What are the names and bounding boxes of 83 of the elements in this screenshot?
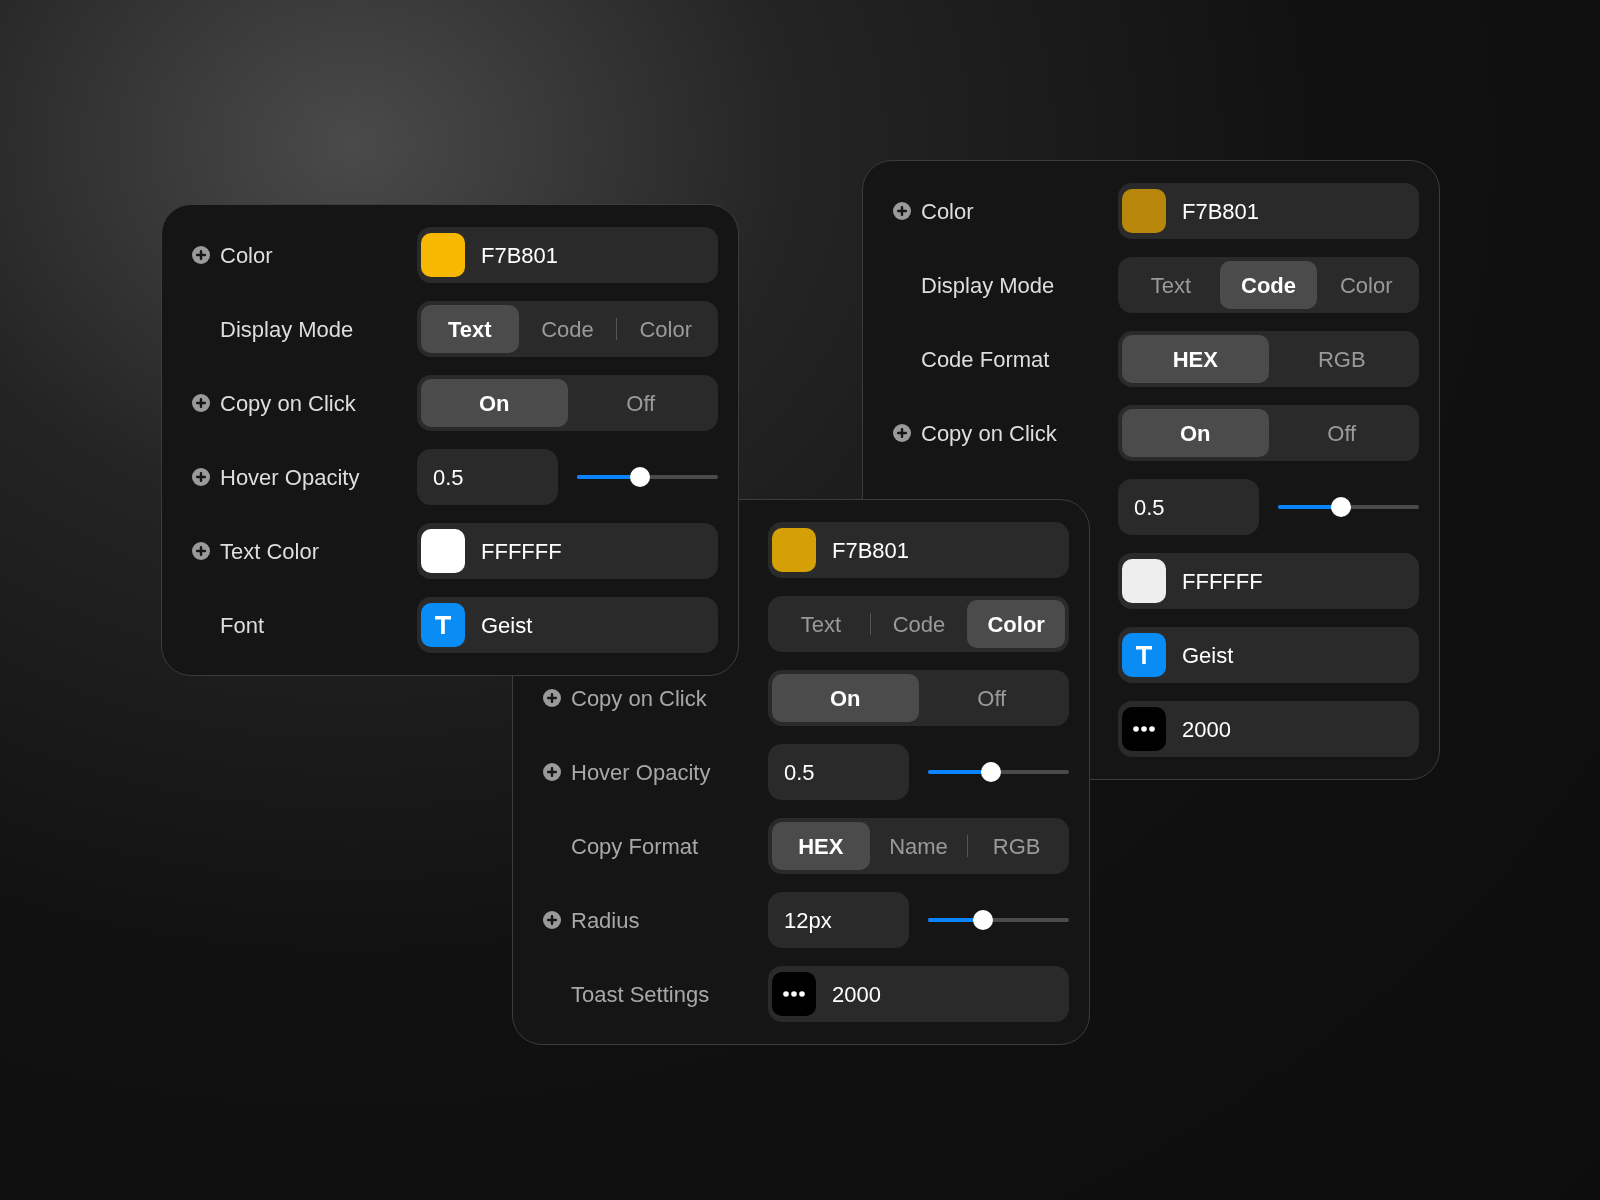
segment-option[interactable]: Color (1317, 261, 1415, 309)
font-icon (1122, 633, 1166, 677)
color-value: FFFFFF (1182, 567, 1263, 596)
segment-option[interactable]: Text (1122, 261, 1220, 309)
slider-thumb[interactable] (1331, 497, 1352, 517)
segment-option[interactable]: HEX (772, 822, 870, 870)
plus-icon[interactable] (192, 246, 210, 264)
plus-icon[interactable] (192, 468, 210, 486)
color-field[interactable]: FFFFFF (1118, 553, 1419, 609)
segment-option[interactable]: Code (870, 600, 968, 648)
toast-field[interactable]: 2000 (768, 966, 1069, 1022)
segment-option[interactable]: Name (869, 822, 968, 870)
segment-option[interactable]: HEX (1122, 335, 1269, 383)
slider[interactable] (1278, 497, 1419, 517)
slider-thumb[interactable] (973, 910, 993, 930)
segment-option[interactable]: On (772, 674, 919, 722)
segment-option[interactable]: RGB (968, 822, 1065, 870)
slider-thumb[interactable] (981, 762, 1002, 782)
font-value: Geist (481, 611, 533, 640)
number-field[interactable]: 12px (768, 892, 909, 948)
segment-option[interactable]: Off (918, 674, 1065, 722)
plus-icon[interactable] (543, 911, 561, 929)
font-field[interactable]: Geist (417, 597, 718, 653)
row-label: Copy on Click (921, 419, 1057, 448)
plus-icon[interactable] (543, 763, 561, 781)
row-label: Hover Opacity (571, 758, 711, 787)
row-label: Display Mode (220, 315, 354, 344)
row-label: Text Color (220, 537, 320, 566)
color-swatch[interactable] (1122, 189, 1166, 233)
row-label: Hover Opacity (220, 463, 360, 492)
segment-option[interactable]: Off (567, 379, 714, 427)
row-label: Code Format (921, 345, 1050, 374)
segment-option[interactable]: Code (518, 305, 617, 353)
color-value: F7B801 (481, 241, 559, 270)
color-value: F7B801 (1182, 197, 1260, 226)
color-swatch[interactable] (421, 529, 465, 573)
slider[interactable] (928, 910, 1069, 930)
number-field[interactable]: 0.5 (417, 449, 558, 505)
row-label: Copy on Click (571, 684, 707, 713)
row-label: Font (220, 611, 265, 640)
segment-option[interactable]: Code (1219, 261, 1318, 309)
more-icon (1122, 707, 1166, 751)
plus-icon[interactable] (192, 542, 210, 560)
segment-option[interactable]: Text (772, 600, 870, 648)
row-label: Copy on Click (220, 389, 356, 418)
slider[interactable] (577, 467, 718, 487)
color-field[interactable]: F7B801 (1118, 183, 1419, 239)
toast-field[interactable]: 2000 (1118, 701, 1419, 757)
color-swatch[interactable] (1122, 559, 1166, 603)
toast-value: 2000 (832, 980, 881, 1009)
color-swatch[interactable] (421, 233, 465, 277)
toast-value: 2000 (1182, 715, 1231, 744)
row-label: Color (921, 197, 974, 226)
color-swatch[interactable] (772, 528, 816, 572)
segment-option[interactable]: Color (967, 600, 1065, 648)
row-label: Color (220, 241, 273, 270)
color-field[interactable]: FFFFFF (417, 523, 718, 579)
slider[interactable] (928, 762, 1069, 782)
segment-option[interactable]: On (421, 379, 568, 427)
plus-icon[interactable] (543, 689, 561, 707)
row-label: Toast Settings (571, 980, 710, 1009)
plus-icon[interactable] (192, 394, 210, 412)
segment-option[interactable]: RGB (1268, 335, 1415, 383)
row-label: Copy Format (571, 832, 699, 861)
number-field[interactable]: 0.5 (768, 744, 909, 800)
segment-option[interactable]: Color (617, 305, 714, 353)
row-label: Display Mode (921, 271, 1055, 300)
segment-option[interactable]: Text (421, 305, 519, 353)
more-icon (772, 972, 816, 1016)
font-field[interactable]: Geist (1118, 627, 1419, 683)
number-field[interactable]: 0.5 (1118, 479, 1259, 535)
color-field[interactable]: F7B801 (768, 522, 1069, 578)
font-value: Geist (1182, 641, 1234, 670)
color-value: FFFFFF (481, 537, 562, 566)
segment-option[interactable]: Off (1268, 409, 1415, 457)
plus-icon[interactable] (893, 424, 911, 442)
font-icon (421, 603, 465, 647)
plus-icon[interactable] (893, 202, 911, 220)
slider-thumb[interactable] (630, 467, 651, 487)
color-value: F7B801 (832, 536, 910, 565)
color-field[interactable]: F7B801 (417, 227, 718, 283)
segment-option[interactable]: On (1122, 409, 1269, 457)
row-label: Radius (571, 906, 640, 935)
